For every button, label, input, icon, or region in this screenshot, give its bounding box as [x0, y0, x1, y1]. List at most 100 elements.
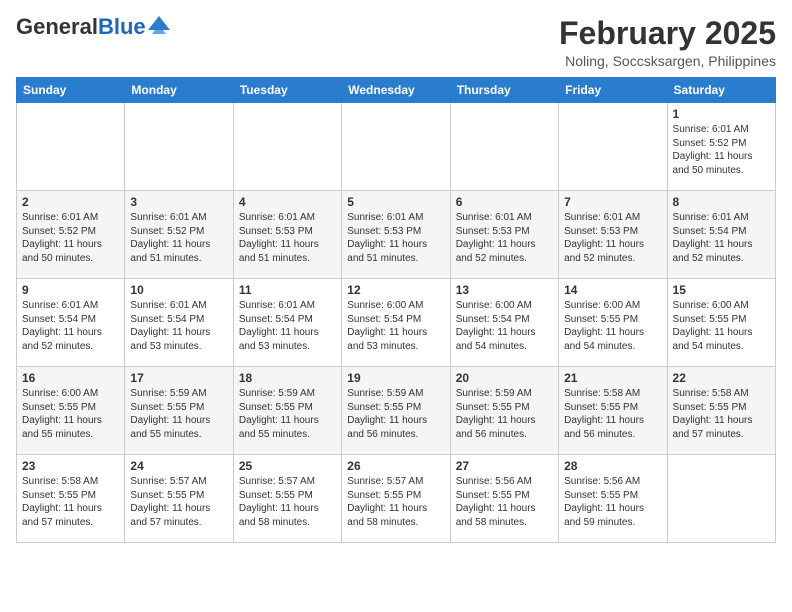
- day-number: 14: [564, 283, 661, 297]
- month-year: February 2025: [559, 16, 776, 51]
- day-info: Sunrise: 6:01 AM Sunset: 5:53 PM Dayligh…: [456, 211, 553, 265]
- weekday-header-tuesday: Tuesday: [233, 78, 341, 103]
- calendar-cell: 10 Sunrise: 6:01 AM Sunset: 5:54 PM Dayli…: [125, 279, 233, 367]
- day-info: Sunrise: 6:00 AM Sunset: 5:54 PM Dayligh…: [456, 299, 553, 353]
- location: Noling, Soccsksargen, Philippines: [559, 53, 776, 69]
- calendar-cell: 22Sunrise: 5:58 AM Sunset: 5:55 PM Dayli…: [667, 367, 775, 455]
- day-info: Sunrise: 6:01 AM Sunset: 5:54 PM Dayligh…: [239, 299, 336, 353]
- calendar-cell: [233, 103, 341, 191]
- weekday-header-sunday: Sunday: [17, 78, 125, 103]
- day-info: Sunrise: 6:01 AM Sunset: 5:53 PM Dayligh…: [347, 211, 444, 265]
- day-info: Sunrise: 6:01 AM Sunset: 5:52 PM Dayligh…: [22, 211, 119, 265]
- calendar-cell: 4 Sunrise: 6:01 AM Sunset: 5:53 PM Daylig…: [233, 191, 341, 279]
- day-info: Sunrise: 5:57 AM Sunset: 5:55 PM Dayligh…: [347, 475, 444, 529]
- day-number: 5: [347, 195, 444, 209]
- day-number: 28: [564, 459, 661, 473]
- calendar-cell: 16 Sunrise: 6:00 AM Sunset: 5:55 PM Dayli…: [17, 367, 125, 455]
- week-row-4: 16 Sunrise: 6:00 AM Sunset: 5:55 PM Dayli…: [17, 367, 776, 455]
- calendar-cell: 15 Sunrise: 6:00 AM Sunset: 5:55 PM Dayli…: [667, 279, 775, 367]
- day-number: 19: [347, 371, 444, 385]
- calendar-cell: 18Sunrise: 5:59 AM Sunset: 5:55 PM Dayli…: [233, 367, 341, 455]
- day-info: Sunrise: 5:58 AM Sunset: 5:55 PM Dayligh…: [673, 387, 770, 441]
- calendar-cell: 23Sunrise: 5:58 AM Sunset: 5:55 PM Dayli…: [17, 455, 125, 543]
- day-info: Sunrise: 6:00 AM Sunset: 5:55 PM Dayligh…: [564, 299, 661, 353]
- day-info: Sunrise: 5:57 AM Sunset: 5:55 PM Dayligh…: [130, 475, 227, 529]
- day-number: 3: [130, 195, 227, 209]
- calendar-cell: [17, 103, 125, 191]
- day-info: Sunrise: 5:57 AM Sunset: 5:55 PM Dayligh…: [239, 475, 336, 529]
- day-info: Sunrise: 5:59 AM Sunset: 5:55 PM Dayligh…: [239, 387, 336, 441]
- calendar-cell: 8 Sunrise: 6:01 AM Sunset: 5:54 PM Daylig…: [667, 191, 775, 279]
- day-number: 8: [673, 195, 770, 209]
- calendar-cell: 1Sunrise: 6:01 AM Sunset: 5:52 PM Daylig…: [667, 103, 775, 191]
- calendar-cell: 26 Sunrise: 5:57 AM Sunset: 5:55 PM Dayli…: [342, 455, 450, 543]
- calendar-cell: 21Sunrise: 5:58 AM Sunset: 5:55 PM Dayli…: [559, 367, 667, 455]
- weekday-header-friday: Friday: [559, 78, 667, 103]
- calendar-cell: 6 Sunrise: 6:01 AM Sunset: 5:53 PM Daylig…: [450, 191, 558, 279]
- day-info: Sunrise: 5:56 AM Sunset: 5:55 PM Dayligh…: [564, 475, 661, 529]
- calendar-cell: 27 Sunrise: 5:56 AM Sunset: 5:55 PM Dayli…: [450, 455, 558, 543]
- day-number: 23: [22, 459, 119, 473]
- day-number: 11: [239, 283, 336, 297]
- calendar-cell: 24 Sunrise: 5:57 AM Sunset: 5:55 PM Dayli…: [125, 455, 233, 543]
- day-number: 27: [456, 459, 553, 473]
- day-number: 17: [130, 371, 227, 385]
- calendar-cell: 5 Sunrise: 6:01 AM Sunset: 5:53 PM Daylig…: [342, 191, 450, 279]
- day-number: 7: [564, 195, 661, 209]
- weekday-header-thursday: Thursday: [450, 78, 558, 103]
- day-info: Sunrise: 6:00 AM Sunset: 5:55 PM Dayligh…: [673, 299, 770, 353]
- calendar-cell: 25Sunrise: 5:57 AM Sunset: 5:55 PM Dayli…: [233, 455, 341, 543]
- calendar-cell: 12Sunrise: 6:00 AM Sunset: 5:54 PM Dayli…: [342, 279, 450, 367]
- calendar-cell: [667, 455, 775, 543]
- logo: GeneralBlue: [16, 16, 170, 38]
- day-info: Sunrise: 6:01 AM Sunset: 5:54 PM Dayligh…: [130, 299, 227, 353]
- week-row-3: 9 Sunrise: 6:01 AM Sunset: 5:54 PM Daylig…: [17, 279, 776, 367]
- calendar-cell: 9 Sunrise: 6:01 AM Sunset: 5:54 PM Daylig…: [17, 279, 125, 367]
- calendar-cell: 19 Sunrise: 5:59 AM Sunset: 5:55 PM Dayli…: [342, 367, 450, 455]
- day-info: Sunrise: 5:56 AM Sunset: 5:55 PM Dayligh…: [456, 475, 553, 529]
- day-number: 9: [22, 283, 119, 297]
- calendar-cell: 11 Sunrise: 6:01 AM Sunset: 5:54 PM Dayli…: [233, 279, 341, 367]
- day-info: Sunrise: 6:01 AM Sunset: 5:53 PM Dayligh…: [239, 211, 336, 265]
- day-info: Sunrise: 6:00 AM Sunset: 5:55 PM Dayligh…: [22, 387, 119, 441]
- weekday-header-row: SundayMondayTuesdayWednesdayThursdayFrid…: [17, 78, 776, 103]
- weekday-header-saturday: Saturday: [667, 78, 775, 103]
- logo-general: General: [16, 14, 98, 39]
- day-info: Sunrise: 6:01 AM Sunset: 5:52 PM Dayligh…: [673, 123, 770, 177]
- day-number: 4: [239, 195, 336, 209]
- logo-icon: [148, 16, 170, 34]
- calendar-cell: 7Sunrise: 6:01 AM Sunset: 5:53 PM Daylig…: [559, 191, 667, 279]
- day-info: Sunrise: 6:01 AM Sunset: 5:52 PM Dayligh…: [130, 211, 227, 265]
- calendar-cell: 14 Sunrise: 6:00 AM Sunset: 5:55 PM Dayli…: [559, 279, 667, 367]
- weekday-header-wednesday: Wednesday: [342, 78, 450, 103]
- calendar-cell: 20Sunrise: 5:59 AM Sunset: 5:55 PM Dayli…: [450, 367, 558, 455]
- day-info: Sunrise: 5:58 AM Sunset: 5:55 PM Dayligh…: [564, 387, 661, 441]
- weekday-header-monday: Monday: [125, 78, 233, 103]
- day-number: 15: [673, 283, 770, 297]
- day-number: 10: [130, 283, 227, 297]
- day-info: Sunrise: 6:01 AM Sunset: 5:54 PM Dayligh…: [673, 211, 770, 265]
- title-block: February 2025 Noling, Soccsksargen, Phil…: [559, 16, 776, 69]
- calendar-cell: 3 Sunrise: 6:01 AM Sunset: 5:52 PM Daylig…: [125, 191, 233, 279]
- calendar-cell: 17 Sunrise: 5:59 AM Sunset: 5:55 PM Dayli…: [125, 367, 233, 455]
- calendar-cell: [450, 103, 558, 191]
- day-number: 16: [22, 371, 119, 385]
- day-number: 24: [130, 459, 227, 473]
- day-number: 13: [456, 283, 553, 297]
- day-info: Sunrise: 6:01 AM Sunset: 5:54 PM Dayligh…: [22, 299, 119, 353]
- day-info: Sunrise: 5:59 AM Sunset: 5:55 PM Dayligh…: [130, 387, 227, 441]
- day-info: Sunrise: 6:00 AM Sunset: 5:54 PM Dayligh…: [347, 299, 444, 353]
- calendar-cell: [125, 103, 233, 191]
- calendar-cell: [342, 103, 450, 191]
- calendar-table: SundayMondayTuesdayWednesdayThursdayFrid…: [16, 77, 776, 543]
- day-number: 2: [22, 195, 119, 209]
- day-number: 26: [347, 459, 444, 473]
- day-info: Sunrise: 5:59 AM Sunset: 5:55 PM Dayligh…: [347, 387, 444, 441]
- day-number: 6: [456, 195, 553, 209]
- logo-blue: Blue: [98, 14, 146, 39]
- calendar-cell: 13 Sunrise: 6:00 AM Sunset: 5:54 PM Dayli…: [450, 279, 558, 367]
- calendar-cell: 2 Sunrise: 6:01 AM Sunset: 5:52 PM Daylig…: [17, 191, 125, 279]
- day-number: 20: [456, 371, 553, 385]
- week-row-5: 23Sunrise: 5:58 AM Sunset: 5:55 PM Dayli…: [17, 455, 776, 543]
- calendar-cell: [559, 103, 667, 191]
